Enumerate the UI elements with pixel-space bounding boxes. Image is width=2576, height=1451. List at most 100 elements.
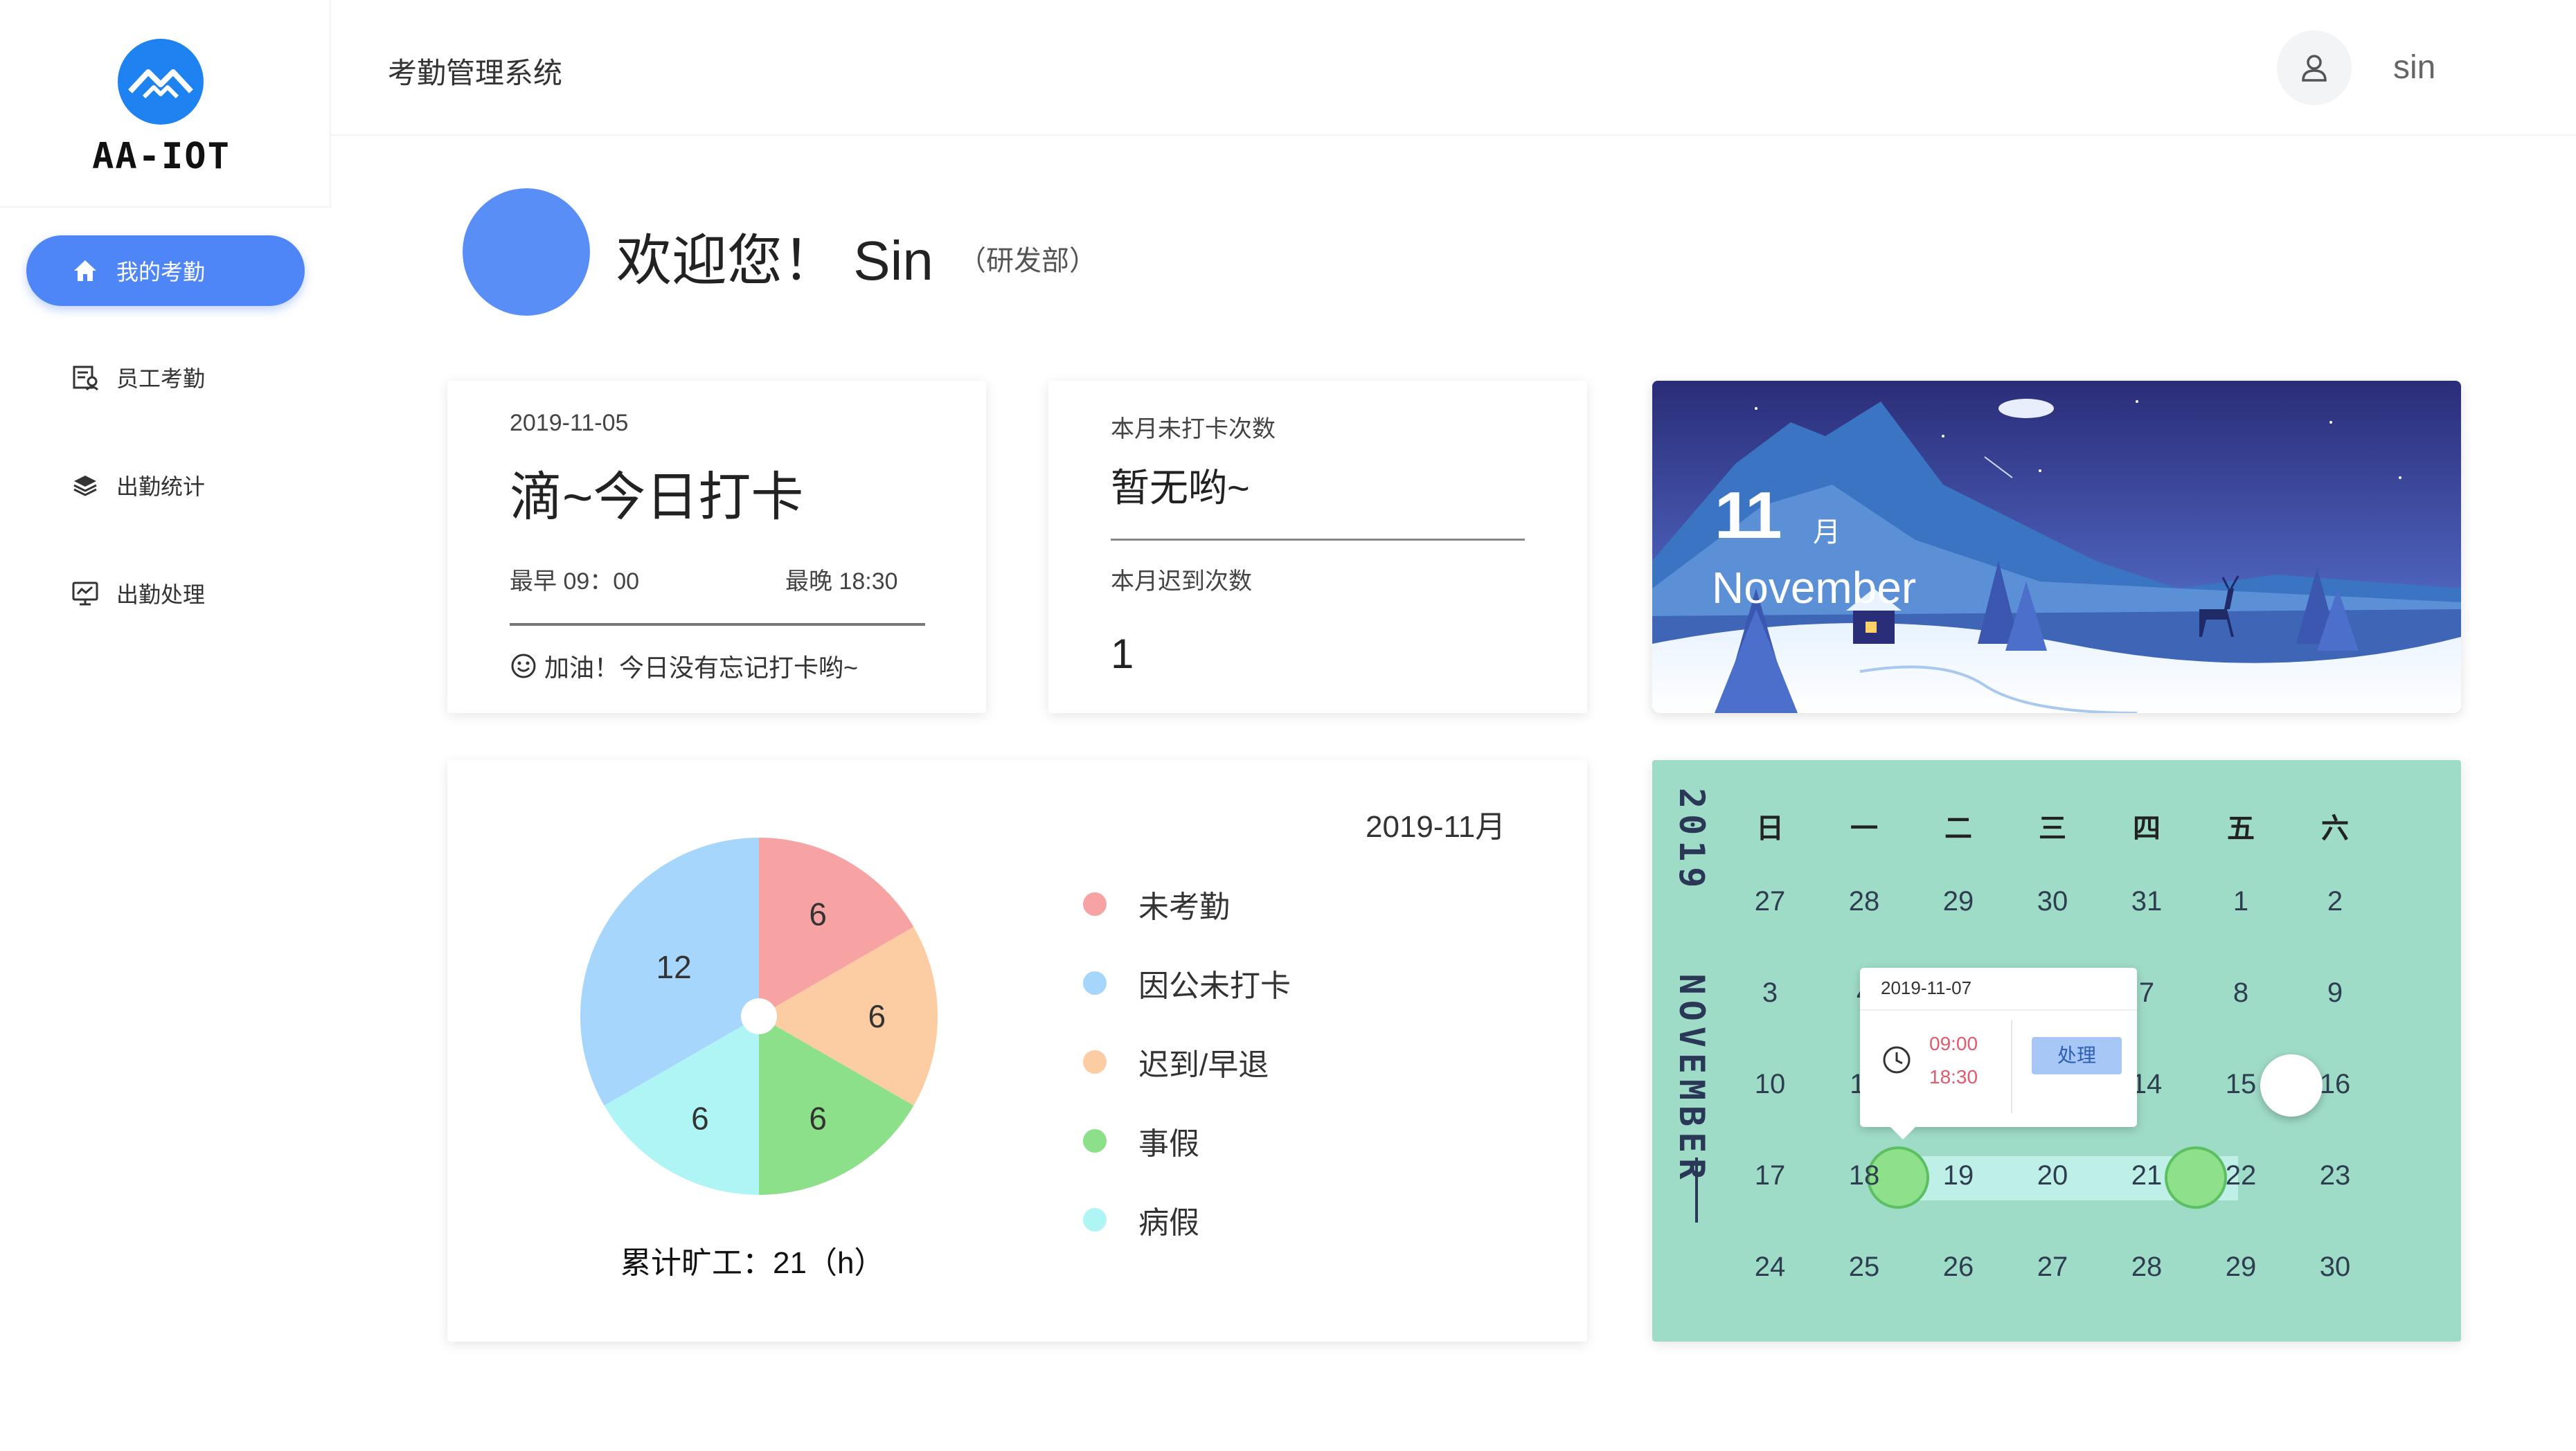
calendar-day[interactable]: 16 xyxy=(2300,1069,2370,1100)
missed-value: 暂无哟~ xyxy=(1111,466,1250,510)
calendar-day[interactable]: 17 xyxy=(1735,1160,1805,1191)
sidebar: AA-IOT 我的考勤 员工考勤 出勤统计 出勤处理 xyxy=(0,0,331,1451)
punch-tip-text: 加油！今日没有忘记打卡哟~ xyxy=(544,654,859,682)
calendar-day[interactable]: 28 xyxy=(1830,886,1899,917)
sidebar-item-label: 出勤统计 xyxy=(116,474,206,499)
day-popup: 2019-11-07 09:00 18:30 处理 xyxy=(1860,968,2137,1139)
smile-icon xyxy=(510,652,537,680)
avatar xyxy=(463,188,590,316)
legend-item: 未考勤 xyxy=(1083,882,1230,926)
legend-item: 事假 xyxy=(1083,1119,1199,1163)
employee-icon xyxy=(69,361,101,393)
legend-dot xyxy=(1083,1050,1107,1074)
pie-value-label: 6 xyxy=(809,896,827,932)
user-icon[interactable] xyxy=(2277,30,2352,105)
home-icon xyxy=(69,255,101,287)
sidebar-item-employee-attendance[interactable]: 员工考勤 xyxy=(26,342,305,413)
calendar-day[interactable]: 24 xyxy=(1735,1252,1805,1283)
stats-card: 2019-11月 6 6 6 6 12 累计旷工：21（h） 未考勤 因公未打卡 迟到/… xyxy=(447,760,1587,1342)
department-label: （研发部） xyxy=(958,246,1097,276)
weekday-label: 三 xyxy=(2039,813,2066,844)
calendar-month: NOVEMBER xyxy=(1672,973,1712,1185)
weekday-label: 日 xyxy=(1756,813,1784,844)
divider xyxy=(1111,539,1525,541)
sidebar-item-my-attendance[interactable]: 我的考勤 xyxy=(26,235,305,306)
calendar-day[interactable]: 28 xyxy=(2112,1252,2181,1283)
welcome-greeting: 欢迎您！ Sin xyxy=(616,230,933,291)
calendar-day[interactable]: 27 xyxy=(1735,886,1805,917)
calendar-day[interactable]: 23 xyxy=(2300,1160,2370,1191)
weekday-label: 二 xyxy=(1944,813,1972,844)
counts-card: 本月未打卡次数 暂无哟~ 本月迟到次数 1 xyxy=(1048,381,1587,713)
calendar-day[interactable]: 10 xyxy=(1735,1069,1805,1100)
latest-time: 最晚 18:30 xyxy=(785,568,898,595)
divider xyxy=(510,623,925,626)
sidebar-item-label: 我的考勤 xyxy=(116,260,206,285)
banner-month-unit: 月 xyxy=(1813,517,1841,548)
legend-dot xyxy=(1083,1208,1107,1232)
legend-item: 因公未打卡 xyxy=(1083,961,1291,1005)
calendar-day[interactable]: 21 xyxy=(2112,1160,2181,1191)
weekday-label: 六 xyxy=(2321,813,2349,844)
process-button[interactable]: 处理 xyxy=(2032,1037,2122,1074)
legend-dot xyxy=(1083,892,1107,916)
banner-day: 11 xyxy=(1715,478,1782,552)
monitor-icon xyxy=(69,577,101,609)
calendar: 2019 NOVEMBER 日一二三四五六2728293031123456789… xyxy=(1652,760,2461,1342)
legend-item: 病假 xyxy=(1083,1198,1199,1242)
sidebar-item-label: 出勤处理 xyxy=(116,582,206,607)
app-title: 考勤管理系统 xyxy=(388,57,563,89)
calendar-year: 2019 xyxy=(1672,788,1712,894)
pie-value-label: 6 xyxy=(809,1100,827,1136)
popup-start-time: 09:00 xyxy=(1929,1033,1978,1054)
punch-card: 2019-11-05 滴~今日打卡 最早 09：00 最晚 18:30 加油！今… xyxy=(447,381,986,713)
layers-icon xyxy=(69,469,101,501)
sidebar-item-attendance-stats[interactable]: 出勤统计 xyxy=(26,450,305,521)
calendar-day[interactable]: 29 xyxy=(1924,886,1993,917)
logo-icon xyxy=(118,39,204,125)
punch-date: 2019-11-05 xyxy=(510,410,629,436)
calendar-day[interactable]: 29 xyxy=(2206,1252,2275,1283)
legend-label: 病假 xyxy=(1138,1206,1199,1240)
popup-date: 2019-11-07 xyxy=(1881,977,1972,998)
calendar-day[interactable]: 22 xyxy=(2206,1160,2275,1191)
missed-label: 本月未打卡次数 xyxy=(1111,416,1276,442)
calendar-day[interactable]: 1 xyxy=(2206,886,2275,917)
legend-label: 因公未打卡 xyxy=(1138,969,1291,1003)
calendar-day[interactable]: 26 xyxy=(1924,1252,1993,1283)
late-label: 本月迟到次数 xyxy=(1111,568,1252,595)
calendar-day[interactable]: 2 xyxy=(2300,886,2370,917)
calendar-day[interactable]: 27 xyxy=(2018,1252,2087,1283)
calendar-day[interactable]: 9 xyxy=(2300,977,2370,1009)
legend-label: 迟到/早退 xyxy=(1138,1048,1269,1082)
weekday-label: 五 xyxy=(2227,813,2255,844)
calendar-day[interactable]: 25 xyxy=(1830,1252,1899,1283)
clock-icon xyxy=(1881,1044,1913,1076)
sidebar-item-label: 员工考勤 xyxy=(116,366,206,391)
pie-chart: 6 6 6 6 12 xyxy=(580,838,938,1195)
calendar-day[interactable]: 3 xyxy=(1735,977,1805,1009)
divider xyxy=(1860,1009,2137,1011)
calendar-day[interactable]: 19 xyxy=(1924,1160,1993,1191)
calendar-day[interactable]: 31 xyxy=(2112,886,2181,917)
calendar-day[interactable]: 30 xyxy=(2018,886,2087,917)
calendar-day[interactable]: 30 xyxy=(2300,1252,2370,1283)
total-absent: 累计旷工：21（h） xyxy=(620,1246,885,1280)
user-name[interactable]: sin xyxy=(2393,48,2435,87)
punch-title: 滴~今日打卡 xyxy=(510,468,804,527)
logo-area: AA-IOT xyxy=(0,0,331,208)
calendar-day[interactable]: 15 xyxy=(2206,1069,2275,1100)
calendar-side-label: 2019 NOVEMBER xyxy=(1672,788,1712,1184)
legend-dot xyxy=(1083,1129,1107,1153)
top-header: 考勤管理系统 sin xyxy=(331,0,2576,136)
month-banner: 11 月 November xyxy=(1652,381,2461,713)
calendar-day[interactable]: 20 xyxy=(2018,1160,2087,1191)
calendar-side-line xyxy=(1695,1157,1698,1223)
pie-center-hole xyxy=(741,998,777,1034)
calendar-day[interactable]: 8 xyxy=(2206,977,2275,1009)
divider xyxy=(2011,1020,2012,1113)
calendar-day[interactable]: 18 xyxy=(1830,1160,1899,1191)
legend-label: 未考勤 xyxy=(1138,890,1230,924)
sidebar-item-attendance-processing[interactable]: 出勤处理 xyxy=(26,558,305,629)
weekday-label: 四 xyxy=(2133,813,2161,844)
